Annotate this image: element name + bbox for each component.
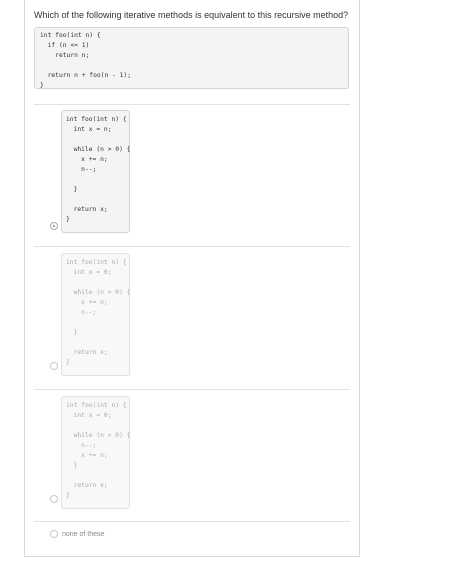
divider [34,389,350,390]
option-2-radio[interactable] [50,362,58,370]
divider [34,104,350,105]
option-2-code: int foo(int n) { int x = 0; while (n > 0… [66,259,131,366]
divider [34,521,350,522]
question-text: Which of the following iterative methods… [34,10,349,20]
option-3-radio[interactable] [50,495,58,503]
option-1-radio[interactable] [50,222,58,230]
option-1-code-block[interactable]: int foo(int n) { int x = n; while (n > 0… [61,110,130,233]
option-3-code-block[interactable]: int foo(int n) { int x = 0; while (n > 0… [61,396,130,509]
option-4-radio[interactable] [50,530,58,538]
option-4-label[interactable]: none of these [62,530,104,540]
option-2-code-block[interactable]: int foo(int n) { int x = 0; while (n > 0… [61,253,130,376]
recursive-code-block: int foo(int n) { if (n <= 1) return n; r… [34,27,349,89]
option-3-code: int foo(int n) { int x = 0; while (n > 0… [66,402,131,499]
divider [34,246,350,247]
option-1-code: int foo(int n) { int x = n; while (n > 0… [66,116,131,223]
recursive-code: int foo(int n) { if (n <= 1) return n; r… [40,32,131,89]
